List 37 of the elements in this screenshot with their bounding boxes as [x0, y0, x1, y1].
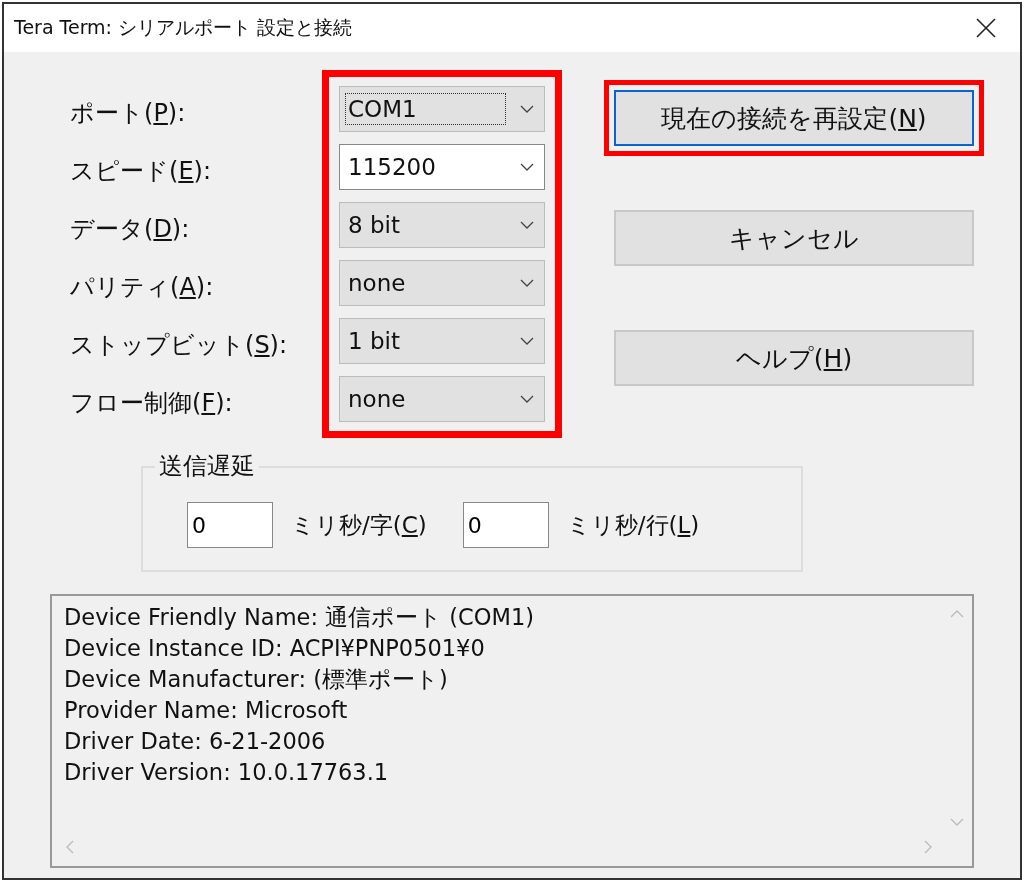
info-line: Device Manufacturer: (標準ポート) — [64, 665, 448, 694]
dialog-button[interactable]: キャンセル — [614, 210, 974, 266]
dropdown[interactable]: 115200 — [339, 144, 545, 190]
field-label: スピード(E): — [70, 156, 212, 187]
field-label: ポート(P): — [70, 98, 187, 129]
info-line: Provider Name: Microsoft — [64, 696, 348, 725]
field-label: データ(D): — [70, 214, 191, 245]
field-label: ストップビット(S): — [70, 330, 289, 361]
dialog-button[interactable]: 現在の接続を再設定(N) — [614, 90, 974, 146]
input-field[interactable]: 0 — [187, 502, 273, 548]
dialog-button[interactable]: ヘルプ(H) — [614, 330, 974, 386]
field-label: パリティ(A): — [70, 272, 215, 303]
info-line: Device Instance ID: ACPI¥PNP0501¥0 — [64, 634, 485, 663]
chevron-down-icon — [520, 163, 534, 171]
chevron-down-icon — [520, 337, 534, 345]
field-label: フロー制御(F): — [70, 388, 234, 419]
dropdown[interactable]: COM1 — [339, 86, 545, 132]
input-field[interactable]: 0 — [462, 502, 549, 548]
chevron-down-icon — [520, 105, 534, 113]
info-line: Driver Date: 6-21-2006 — [64, 727, 326, 756]
chevron-down-icon — [520, 279, 534, 287]
scroll-down-icon[interactable] — [950, 818, 964, 826]
scroll-up-icon[interactable] — [950, 610, 964, 618]
dropdown[interactable]: none — [339, 260, 545, 306]
scroll-left-icon[interactable] — [66, 840, 74, 854]
chevron-down-icon — [520, 221, 534, 229]
dropdown[interactable]: 1 bit — [339, 318, 545, 364]
unit-label: ミリ秒/行(L) — [566, 510, 700, 540]
window-title: Tera Term: シリアルポート 設定と接続 — [14, 15, 353, 40]
chevron-down-icon — [520, 395, 534, 403]
scroll-right-icon[interactable] — [924, 840, 932, 854]
dropdown[interactable]: 8 bit — [339, 202, 545, 248]
close-icon[interactable] — [976, 18, 996, 38]
unit-label: ミリ秒/字(C) — [291, 510, 427, 540]
dropdown[interactable]: none — [339, 376, 545, 422]
info-line: Device Friendly Name: 通信ポート (COM1) — [64, 603, 534, 632]
info-line: Driver Version: 10.0.17763.1 — [64, 758, 389, 787]
